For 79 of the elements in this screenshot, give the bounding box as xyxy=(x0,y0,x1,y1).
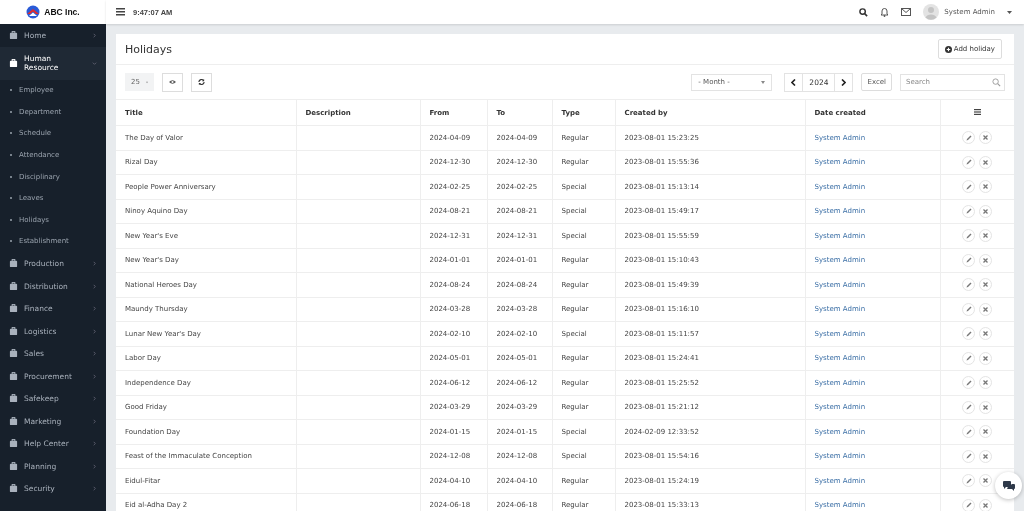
chevron-icon xyxy=(92,373,97,379)
close-icon xyxy=(983,208,989,214)
pencil-icon xyxy=(965,428,972,435)
pencil-icon xyxy=(965,404,972,411)
chevron-icon xyxy=(92,418,97,424)
delete-button[interactable] xyxy=(979,351,993,365)
pencil-icon xyxy=(965,330,972,337)
close-icon xyxy=(983,404,989,410)
close-icon xyxy=(983,331,989,337)
close-icon xyxy=(983,453,989,459)
close-icon xyxy=(983,380,989,386)
bell-icon[interactable] xyxy=(880,7,890,17)
chevron-left-icon xyxy=(791,78,797,86)
logo-icon xyxy=(26,5,41,19)
delete-button[interactable] xyxy=(979,376,993,390)
delete-button[interactable] xyxy=(979,327,993,341)
pencil-icon xyxy=(965,355,972,362)
close-icon xyxy=(983,282,989,288)
visibility-button[interactable] xyxy=(162,72,183,92)
pencil-icon xyxy=(965,134,972,141)
pencil-icon xyxy=(965,159,972,166)
close-icon xyxy=(983,478,989,484)
delete-button[interactable] xyxy=(979,155,993,169)
delete-button[interactable] xyxy=(979,425,993,439)
delete-button[interactable] xyxy=(979,180,993,194)
pencil-icon xyxy=(965,477,972,484)
pencil-icon xyxy=(965,379,972,386)
chevron-icon xyxy=(92,328,97,334)
chevron-icon xyxy=(92,396,97,401)
delete-button[interactable] xyxy=(979,253,993,267)
close-icon xyxy=(983,184,989,190)
delete-button[interactable] xyxy=(979,204,993,218)
chat-icon xyxy=(1002,480,1015,491)
chevron-icon xyxy=(92,463,97,469)
chevron-icon xyxy=(92,351,97,356)
close-icon xyxy=(983,355,989,361)
pencil-icon xyxy=(965,232,972,239)
pencil-icon xyxy=(965,502,972,509)
chevron-icon xyxy=(92,486,97,491)
chevron-right-icon xyxy=(841,78,847,86)
close-icon xyxy=(983,159,989,165)
delete-button[interactable] xyxy=(979,474,993,488)
plus-icon xyxy=(944,45,952,53)
delete-button[interactable] xyxy=(979,302,993,316)
delete-button[interactable] xyxy=(979,229,993,243)
delete-button[interactable] xyxy=(979,449,993,463)
close-icon xyxy=(983,257,989,263)
caret-icon xyxy=(761,80,766,84)
mail-icon[interactable] xyxy=(901,8,912,16)
delete-button[interactable] xyxy=(979,400,993,414)
delete-button[interactable] xyxy=(979,278,993,292)
chevron-icon xyxy=(92,441,97,446)
pencil-icon xyxy=(965,257,972,264)
delete-button[interactable] xyxy=(979,131,993,145)
brand-name: ABC Inc. xyxy=(44,7,80,17)
close-icon xyxy=(983,233,989,239)
pencil-icon xyxy=(965,281,972,288)
caret-icon xyxy=(1007,10,1012,14)
close-icon xyxy=(983,306,989,312)
chevron-icon xyxy=(92,306,97,311)
chevron-icon xyxy=(92,283,97,289)
close-icon xyxy=(983,429,989,435)
delete-button[interactable] xyxy=(979,498,993,511)
pencil-icon xyxy=(965,183,972,190)
chat-button[interactable] xyxy=(995,472,1022,499)
pencil-icon xyxy=(965,208,972,215)
pencil-icon xyxy=(965,453,972,460)
chevron-icon xyxy=(92,32,97,38)
refresh-icon xyxy=(198,78,205,86)
edit-button[interactable] xyxy=(962,498,976,511)
eye-icon xyxy=(169,79,176,85)
page-title: Holidays xyxy=(125,42,173,56)
refresh-button[interactable] xyxy=(191,72,212,92)
chevron-icon xyxy=(92,60,97,66)
close-icon xyxy=(983,135,989,141)
search-icon[interactable] xyxy=(859,7,869,17)
chevron-icon xyxy=(92,261,97,266)
pencil-icon xyxy=(965,306,972,313)
close-icon xyxy=(983,502,989,508)
